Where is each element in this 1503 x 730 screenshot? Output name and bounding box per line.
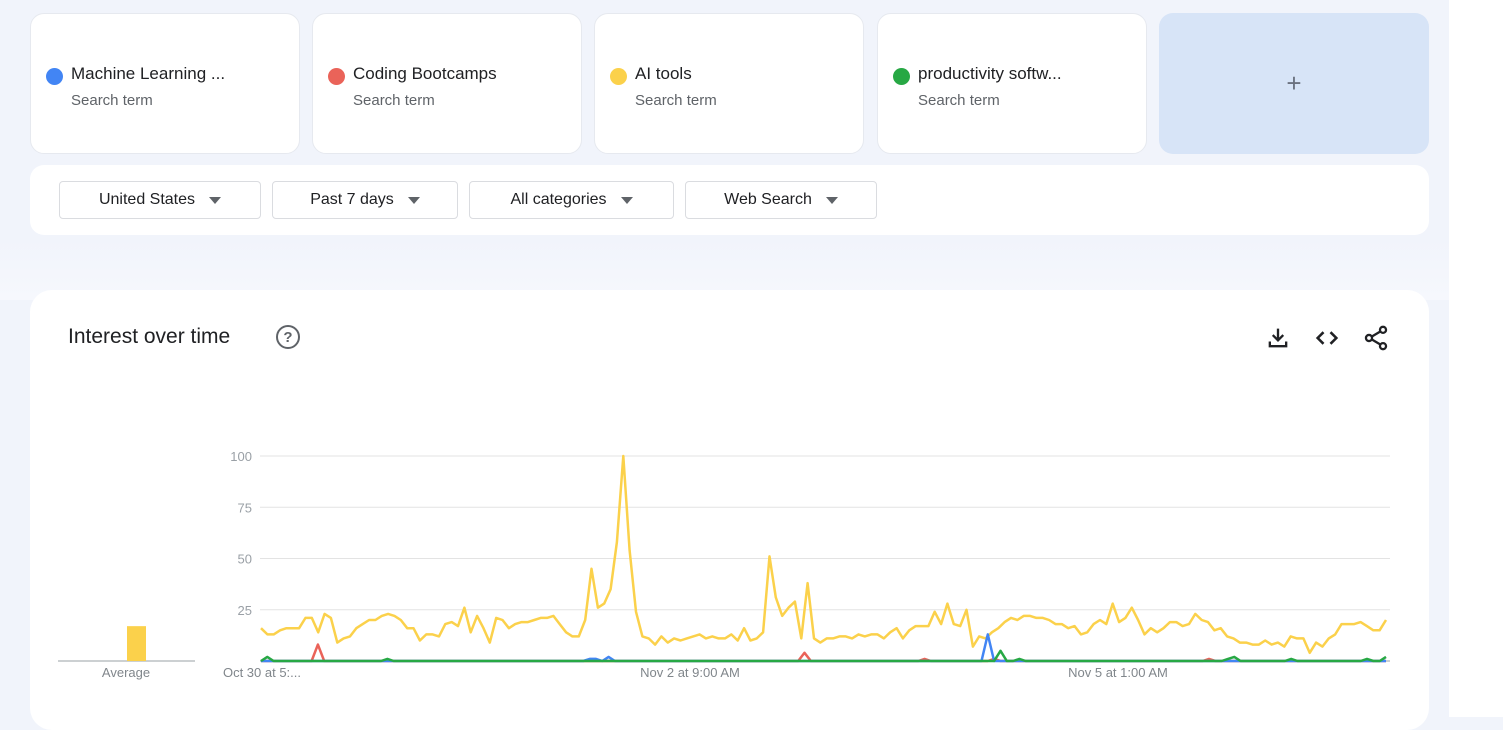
term-card-1[interactable]: Machine Learning ... Search term bbox=[30, 13, 300, 154]
term-sublabel: Search term bbox=[918, 92, 1000, 109]
x-tick-label: Nov 5 at 1:00 AM bbox=[1068, 665, 1168, 680]
region-dropdown[interactable]: United States bbox=[59, 181, 261, 219]
average-label: Average bbox=[102, 665, 150, 680]
term-card-2[interactable]: Coding Bootcamps Search term bbox=[312, 13, 582, 154]
term-label: productivity softw... bbox=[918, 64, 1062, 83]
plus-icon: + bbox=[1286, 68, 1302, 98]
caret-down-icon bbox=[825, 196, 838, 204]
term-label: AI tools bbox=[635, 64, 692, 83]
caret-down-icon bbox=[209, 196, 222, 204]
search-type-dropdown[interactable]: Web Search bbox=[685, 181, 877, 219]
series-line bbox=[260, 649, 1387, 663]
series-line bbox=[260, 454, 1388, 655]
term-label: Coding Bootcamps bbox=[353, 64, 497, 83]
term-label: Machine Learning ... bbox=[71, 64, 226, 83]
term-card-3[interactable]: AI tools Search term bbox=[594, 13, 864, 154]
term-sublabel: Search term bbox=[353, 92, 435, 109]
y-tick-label: 100 bbox=[230, 449, 252, 464]
interest-over-time-panel: Interest over time ? 100 75 50 25 Average O… bbox=[30, 290, 1429, 730]
x-tick-label: Nov 2 at 9:00 AM bbox=[640, 665, 740, 680]
y-tick-label: 75 bbox=[238, 500, 252, 515]
region-value: United States bbox=[98, 191, 196, 208]
category-value: All categories bbox=[510, 191, 607, 208]
series-color-dot bbox=[893, 68, 910, 85]
interest-chart: 100 75 50 25 Average Oct 30 at 5:... Nov 2 a… bbox=[58, 449, 1390, 680]
y-tick-label: 50 bbox=[238, 552, 252, 567]
term-sublabel: Search term bbox=[71, 92, 153, 109]
caret-down-icon bbox=[407, 196, 420, 204]
filter-bar: United States Past 7 days All categories… bbox=[30, 165, 1429, 235]
page-edge bbox=[1449, 0, 1503, 717]
series-line bbox=[261, 643, 1386, 663]
x-tick-label: Oct 30 at 5:... bbox=[223, 665, 301, 680]
category-dropdown[interactable]: All categories bbox=[469, 181, 674, 219]
caret-down-icon bbox=[620, 196, 633, 204]
average-bar bbox=[127, 626, 146, 661]
term-sublabel: Search term bbox=[635, 92, 717, 109]
period-value: Past 7 days bbox=[310, 191, 394, 208]
period-dropdown[interactable]: Past 7 days bbox=[272, 181, 458, 219]
add-term-button[interactable]: + bbox=[1159, 13, 1429, 154]
series-color-dot bbox=[610, 68, 627, 85]
search-type-value: Web Search bbox=[724, 191, 812, 208]
y-tick-label: 25 bbox=[238, 603, 252, 618]
series-color-dot bbox=[46, 68, 63, 85]
series-line bbox=[261, 633, 1386, 663]
series-color-dot bbox=[328, 68, 345, 85]
term-card-4[interactable]: productivity softw... Search term bbox=[877, 13, 1147, 154]
